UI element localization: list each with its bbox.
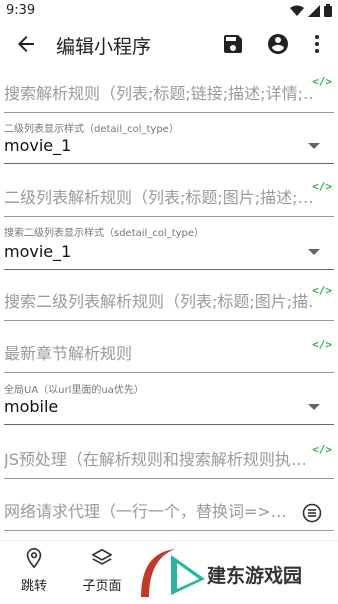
- location-pin-icon: [26, 548, 42, 569]
- search-second-rule-placeholder: 搜索二级列表解析规则（列表;标题;图片;描…: [4, 292, 314, 311]
- detail-col-type-select[interactable]: movie_1: [4, 132, 334, 164]
- nav-item-subpage-label: 子页面: [82, 579, 122, 594]
- global-ua-value: mobile: [4, 397, 59, 416]
- more-vert-icon[interactable]: [305, 32, 329, 56]
- sdetail-col-type-select[interactable]: movie_1: [4, 236, 334, 270]
- wifi-icon: [290, 5, 304, 16]
- watermark-logo: 建东游戏园: [135, 545, 338, 600]
- back-arrow-icon[interactable]: [14, 32, 38, 56]
- detail-col-type-value: movie_1: [4, 136, 72, 155]
- sdetail-col-type-value: movie_1: [4, 242, 72, 261]
- search-second-rule-input[interactable]: 搜索二级列表解析规则（列表;标题;图片;描…: [4, 290, 334, 321]
- account-circle-icon[interactable]: [266, 32, 290, 56]
- second-rule-input[interactable]: 二级列表解析规则（列表;标题;图片;描述;…: [4, 186, 334, 217]
- nav-item-jump[interactable]: 跳转: [4, 547, 64, 594]
- battery-icon: [324, 4, 332, 17]
- status-icons: [290, 4, 332, 17]
- proxy-input[interactable]: 网络请求代理（一行一个，替换词=>…: [4, 500, 334, 531]
- js-preprocess-input[interactable]: JS预处理（在解析规则和搜索解析规则执…: [4, 448, 334, 479]
- global-ua-select[interactable]: mobile: [4, 393, 334, 425]
- dropdown-arrow-icon: [308, 143, 320, 149]
- second-rule-placeholder: 二级列表解析规则（列表;标题;图片;描述;…: [4, 188, 314, 207]
- search-rule-placeholder: 搜索解析规则（列表;标题;链接;描述;详情;…: [4, 84, 314, 103]
- watermark-text: 建东游戏园: [207, 565, 303, 587]
- layers-icon: [92, 548, 112, 565]
- list-options-icon[interactable]: [302, 503, 322, 523]
- js-preprocess-placeholder: JS预处理（在解析规则和搜索解析规则执…: [4, 450, 307, 469]
- signal-icon: [308, 4, 320, 17]
- search-rule-input[interactable]: 搜索解析规则（列表;标题;链接;描述;详情;…: [4, 82, 334, 113]
- nav-item-subpage[interactable]: 子页面: [72, 547, 132, 594]
- page-title: 编辑小程序: [56, 36, 152, 58]
- status-time: 9:39: [6, 3, 36, 18]
- app-bar: 编辑小程序: [0, 24, 338, 64]
- latest-chapter-placeholder: 最新章节解析规则: [4, 344, 133, 363]
- dropdown-arrow-icon: [308, 249, 320, 255]
- nav-item-jump-label: 跳转: [20, 579, 47, 594]
- save-icon[interactable]: [221, 32, 245, 56]
- proxy-placeholder: 网络请求代理（一行一个，替换词=>…: [4, 502, 287, 521]
- status-bar: 9:39: [0, 0, 338, 24]
- latest-chapter-input[interactable]: 最新章节解析规则: [4, 342, 334, 373]
- dropdown-arrow-icon: [308, 404, 320, 410]
